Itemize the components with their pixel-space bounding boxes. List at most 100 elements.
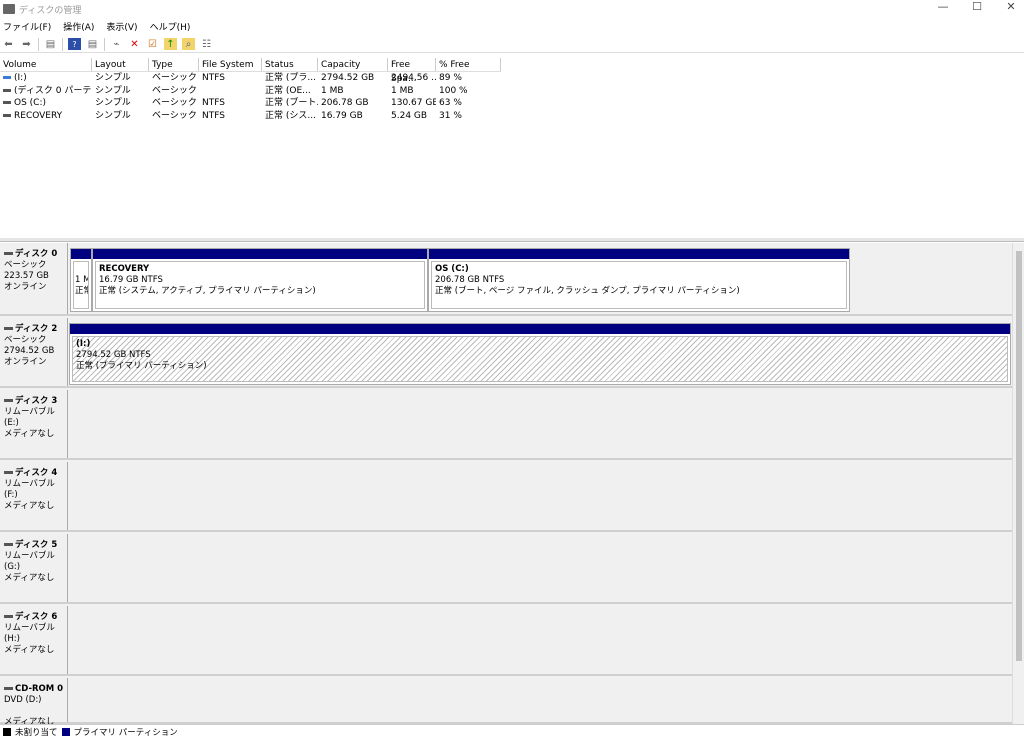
col-free-space[interactable]: Free Spa... xyxy=(388,58,436,84)
pane-splitter[interactable] xyxy=(0,238,1024,242)
disk-size: 223.57 GB xyxy=(4,271,49,281)
maximize-button[interactable]: ☐ xyxy=(960,0,994,16)
forward-icon[interactable]: ➡ xyxy=(20,38,33,50)
disk-name: ディスク 2 xyxy=(15,324,58,334)
properties-icon[interactable]: ▤ xyxy=(86,38,99,50)
disk-row: ディスク 4 リムーバブル (F:) メディアなし xyxy=(0,462,1012,532)
partition[interactable]: 1 M正常 xyxy=(70,248,92,312)
cell: ベーシック xyxy=(152,73,197,83)
vertical-scrollbar[interactable] xyxy=(1012,243,1024,724)
disk-label[interactable]: ディスク 2 ベーシック 2794.52 GB オンライン xyxy=(0,318,68,386)
partition[interactable]: RECOVERY 16.79 GB NTFS 正常 (システム, アクティブ, プラ… xyxy=(92,248,428,312)
partition[interactable]: (I:) 2794.52 GB NTFS 正常 (プライマリ パーティション) xyxy=(69,323,1011,385)
volume-icon xyxy=(3,76,11,79)
check-icon[interactable]: ☑ xyxy=(146,38,159,50)
col-percent-free[interactable]: % Free xyxy=(436,58,501,71)
disk-pane: ディスク 0ベーシック223.57 GBオンライン1 M正常RECOVERY16… xyxy=(0,243,1012,727)
disk-type: ベーシック xyxy=(4,335,47,345)
col-type[interactable]: Type xyxy=(149,58,199,71)
partition-bar xyxy=(70,324,1010,334)
minimize-button[interactable]: — xyxy=(926,0,960,16)
console-tree-icon[interactable]: ▤ xyxy=(44,38,57,50)
disk-label[interactable]: CD-ROM 0 DVD (D:) メディアなし xyxy=(0,678,68,727)
menu-action[interactable]: 操作(A) xyxy=(63,20,94,33)
volume-icon xyxy=(3,101,11,104)
disk-name: ディスク 5 xyxy=(15,540,58,550)
cell: シンプル xyxy=(95,85,131,96)
partition-status: 正常 xyxy=(75,286,88,296)
volume-icon xyxy=(3,88,11,92)
disk-icon xyxy=(4,252,13,255)
partition-name: (I:) xyxy=(76,339,91,349)
cell: 130.67 GB xyxy=(391,98,436,108)
cell: (I:) xyxy=(14,73,27,83)
col-status[interactable]: Status xyxy=(262,58,318,71)
menu-view[interactable]: 表示(V) xyxy=(106,20,137,33)
cell: NTFS xyxy=(202,98,225,108)
cell: 1 MB xyxy=(321,85,344,96)
partition-status: 正常 (プライマリ パーティション) xyxy=(76,361,207,371)
cell: 正常 (プラ... xyxy=(265,73,316,83)
col-capacity[interactable]: Capacity xyxy=(318,58,388,71)
window-title: ディスクの管理 xyxy=(19,5,82,16)
cell: OS (C:) xyxy=(14,98,46,108)
disk-row: ディスク 6 リムーバブル (H:) メディアなし xyxy=(0,606,1012,676)
help-icon[interactable]: ? xyxy=(68,38,81,50)
disk-name: ディスク 4 xyxy=(15,468,58,478)
connect-icon[interactable]: ⌁ xyxy=(110,38,123,50)
disk-icon xyxy=(4,471,13,474)
disk-label[interactable]: ディスク 6 リムーバブル (H:) メディアなし xyxy=(0,606,68,674)
disk-name: ディスク 3 xyxy=(15,396,58,406)
col-filesystem[interactable]: File System xyxy=(199,58,262,71)
partition-bar xyxy=(71,249,91,259)
cell: (ディスク 0 パーティシ... xyxy=(14,85,92,96)
disk-state: オンライン xyxy=(4,282,47,292)
close-button[interactable]: ✕ xyxy=(994,0,1024,16)
cell: 正常 (OE... xyxy=(265,85,311,96)
disk-row: CD-ROM 0 DVD (D:) メディアなし xyxy=(0,678,1012,727)
cell: 100 % xyxy=(439,85,468,96)
disk-row: ディスク 3 リムーバブル (E:) メディアなし xyxy=(0,390,1012,460)
disk-state: メディアなし xyxy=(4,429,55,439)
cell: ベーシック xyxy=(152,110,197,121)
view-icon[interactable]: ☷ xyxy=(200,38,213,50)
col-layout[interactable]: Layout xyxy=(92,58,149,71)
disk-label[interactable]: ディスク 3 リムーバブル (E:) メディアなし xyxy=(0,390,68,458)
disk-label[interactable]: ディスク 0 ベーシック 223.57 GB オンライン xyxy=(0,243,68,314)
disk-state: メディアなし xyxy=(4,573,55,583)
disk-label[interactable]: ディスク 4 リムーバブル (F:) メディアなし xyxy=(0,462,68,530)
find-icon[interactable]: ⌕ xyxy=(182,38,195,50)
partition-name xyxy=(75,264,87,275)
scrollbar-thumb[interactable] xyxy=(1016,251,1022,661)
table-row[interactable]: RECOVERY シンプル ベーシック NTFS 正常 (シス... 16.79 GB 5.… xyxy=(0,110,501,123)
partition[interactable]: OS (C:) 206.78 GB NTFS 正常 (ブート, ページ ファイル, … xyxy=(428,248,850,312)
cell: 63 % xyxy=(439,98,462,108)
cell: 正常 (ブート... xyxy=(265,98,318,108)
partition-status: 正常 (ブート, ページ ファイル, クラッシュ ダンプ, プライマリ パーティ… xyxy=(435,286,740,296)
table-row[interactable]: OS (C:) シンプル ベーシック NTFS 正常 (ブート...206.78 GB 1… xyxy=(0,97,501,110)
menu-help[interactable]: ヘルプ(H) xyxy=(150,20,191,33)
partition-size: 1 M xyxy=(75,275,89,285)
volume-icon xyxy=(3,113,11,117)
cell: NTFS xyxy=(202,73,225,83)
disk-name: CD-ROM 0 xyxy=(15,684,64,694)
cell: 89 % xyxy=(439,73,462,83)
cell: RECOVERY xyxy=(14,110,63,121)
menu-file[interactable]: ファイル(F) xyxy=(3,20,51,33)
toolbar: ⬅ ➡ ▤ ? ▤ ⌁ ✕ ☑ ↑ ⌕ ☷ xyxy=(0,36,1024,53)
legend-unallocated: 未割り当て xyxy=(15,728,58,738)
delete-icon[interactable]: ✕ xyxy=(128,38,141,50)
disk-icon xyxy=(4,543,13,546)
cell: NTFS xyxy=(202,110,225,121)
disk-size: 2794.52 GB xyxy=(4,346,55,356)
disk-label[interactable]: ディスク 5 リムーバブル (G:) メディアなし xyxy=(0,534,68,602)
back-icon[interactable]: ⬅ xyxy=(2,38,15,50)
cell: ベーシック xyxy=(152,98,197,108)
table-row[interactable]: (I:) シンプル ベーシック NTFS 正常 (プラ... 2794.52 GB 2494… xyxy=(0,72,501,85)
table-row[interactable]: (ディスク 0 パーティシ...シンプル ベーシック 正常 (OE... 1 MB 1 … xyxy=(0,85,501,98)
disk-row: ディスク 0ベーシック223.57 GBオンライン1 M正常RECOVERY16… xyxy=(0,243,1012,316)
disk-management-icon xyxy=(3,4,15,14)
disk-name: ディスク 0 xyxy=(15,249,58,259)
export-icon[interactable]: ↑ xyxy=(164,38,177,50)
col-volume[interactable]: Volume xyxy=(0,58,92,71)
